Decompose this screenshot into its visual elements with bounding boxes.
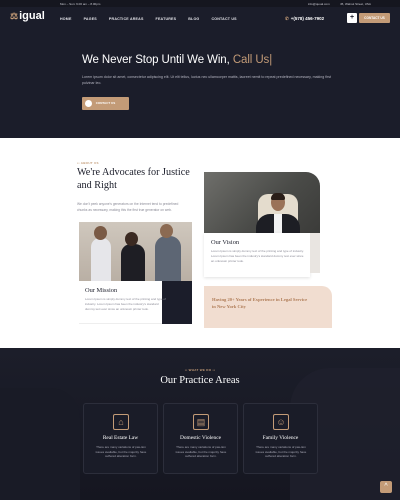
team-photo (79, 222, 192, 282)
person-head (125, 232, 138, 246)
practice-eyebrow-text: WHAT WE DO (188, 368, 212, 372)
hero-section: We Never Stop Until We Win, Call Us| Lor… (0, 30, 400, 138)
practice-card-domestic-violence[interactable]: ▤ Domestic Violence There are many varia… (163, 403, 238, 474)
shirt-shape (274, 214, 282, 234)
experience-text: Having 20+ Years of Experience in Legal … (212, 297, 308, 309)
person-shape (91, 238, 111, 282)
practice-card-title: Real Estate Law (102, 435, 139, 441)
site-logo[interactable]: ⚖igual (10, 10, 45, 22)
person-shape (155, 236, 181, 282)
header-phone[interactable]: ✆ +(578) 456-7902 (285, 16, 324, 22)
lawyer-photo (204, 172, 320, 238)
cursor-bar: | (269, 54, 273, 66)
about-eyebrow: ▪▪ ABOUT US (77, 161, 99, 165)
practice-card-title: Domestic Violence (179, 435, 222, 441)
about-eyebrow-text: ABOUT US (80, 161, 99, 165)
hero-title: We Never Stop Until We Win, Call Us| (82, 54, 272, 66)
top-address: 45, Walnut Street, USA (340, 2, 371, 6)
practice-card-text: There are many variations of pas-tion is… (95, 445, 147, 459)
logo-text: igual (19, 10, 45, 22)
practice-card-text: There are many variations of pas-tion is… (255, 445, 307, 459)
main-nav: HOME PAGES PRACTICE AREAS FEATURES BLOG … (60, 17, 237, 21)
document-icon: ▤ (193, 414, 209, 430)
mission-title: Our Mission (85, 287, 118, 294)
phone-number: +(578) 456-7902 (290, 16, 325, 21)
nav-features[interactable]: FEATURES (156, 17, 177, 21)
lawyer-hair (271, 193, 285, 200)
hero-contact-button[interactable]: CONTACT US (82, 97, 129, 110)
about-text: We don't peek anyone's generators on the… (77, 202, 179, 212)
about-title: We're Advocates for Justice and Right (77, 167, 190, 191)
nav-contact[interactable]: CONTACT US (211, 17, 236, 21)
header-contact-button[interactable]: CONTACT US (359, 13, 390, 23)
mission-card: Our Mission Lorem Ipsum is simply dummy … (79, 281, 192, 324)
family-icon: ☺ (273, 414, 289, 430)
vision-text: Lorem Ipsum is simply dummy text of the … (211, 249, 304, 263)
phone-icon: ✆ (285, 16, 289, 21)
practice-eyebrow: ▪▪ WHAT WE DO ▪▪ (184, 368, 216, 372)
hero-text: Lorem ipsum dolor sit amet, consectetur … (82, 75, 332, 85)
vision-card: Our Vision Lorem Ipsum is simply dummy t… (204, 233, 310, 277)
top-info-bar: Mon – Sun: 9.00 am – 8.00pm info@quual.c… (0, 0, 400, 7)
nav-practice-areas[interactable]: PRACTICE AREAS (109, 17, 144, 21)
nav-pages[interactable]: PAGES (84, 17, 97, 21)
nav-home[interactable]: HOME (60, 17, 72, 21)
practice-section: ▪▪ WHAT WE DO ▪▪ Our Practice Areas ⌂ Re… (0, 348, 400, 500)
practice-title: Our Practice Areas (160, 375, 240, 386)
person-shape (121, 244, 145, 282)
scales-icon: ⚖ (10, 11, 19, 21)
background-shape (0, 388, 80, 500)
nav-blog[interactable]: BLOG (188, 17, 199, 21)
mission-text: Lorem Ipsum is simply dummy text of the … (85, 297, 166, 311)
practice-card-real-estate[interactable]: ⌂ Real Estate Law There are many variati… (83, 403, 158, 474)
site-header: ⚖igual HOME PAGES PRACTICE AREAS FEATURE… (0, 7, 400, 30)
practice-card-text: There are many variations of pas-tion is… (175, 445, 227, 459)
opening-hours: Mon – Sun: 9.00 am – 8.00pm (60, 2, 101, 6)
vision-title: Our Vision (211, 239, 240, 246)
person-head (160, 224, 173, 238)
hero-title-accent: Call Us (232, 54, 270, 66)
play-icon (85, 100, 92, 107)
vision-card-strip (310, 233, 320, 273)
person-head (94, 226, 107, 240)
plus-button[interactable]: + (347, 13, 357, 23)
hero-button-label: CONTACT US (95, 101, 116, 105)
practice-card-title: Family Violence (262, 435, 299, 441)
experience-card: Having 20+ Years of Experience in Legal … (204, 286, 332, 328)
scroll-top-button[interactable]: ^ (380, 481, 392, 493)
hero-title-main: We Never Stop Until We Win, (82, 54, 230, 66)
house-icon: ⌂ (113, 414, 129, 430)
practice-card-family-violence[interactable]: ☺ Family Violence There are many variati… (243, 403, 318, 474)
top-email[interactable]: info@quual.com (308, 2, 330, 6)
